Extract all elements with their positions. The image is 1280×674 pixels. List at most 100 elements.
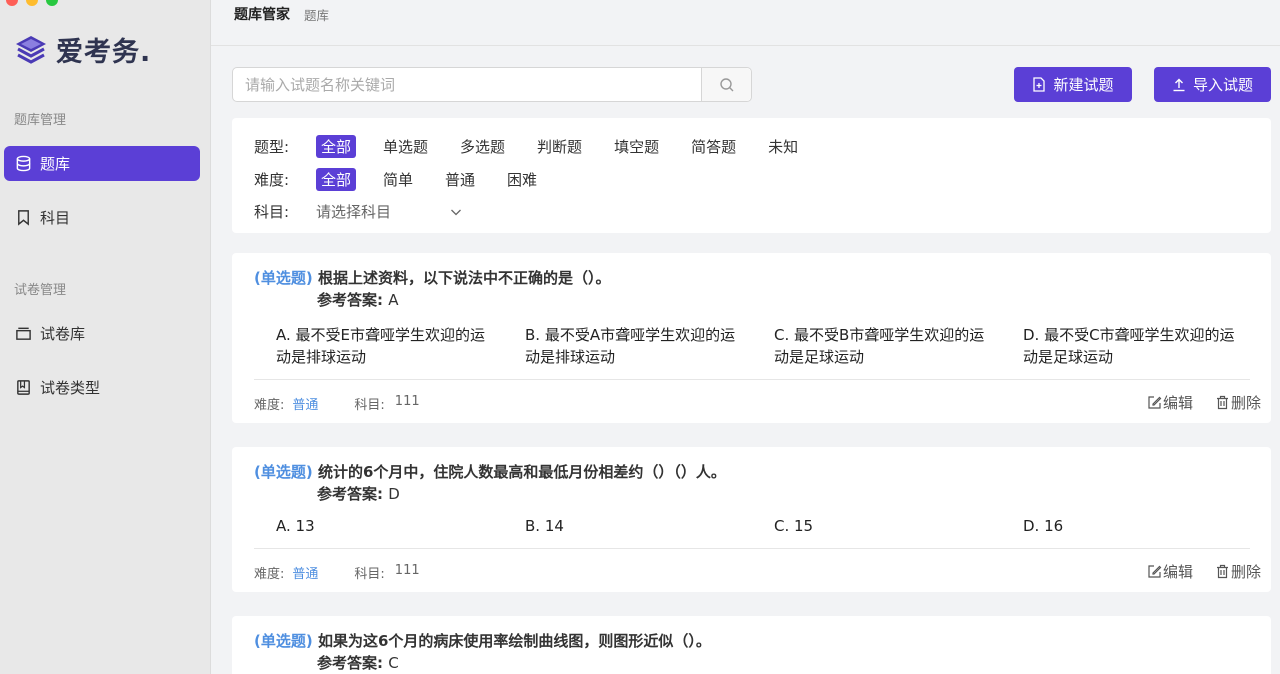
bookmark-icon: [18, 210, 29, 226]
type-chip-judge[interactable]: 判断题: [532, 135, 587, 158]
page-title: 题库管家: [234, 7, 290, 23]
difficulty-chip-normal[interactable]: 普通: [440, 168, 480, 191]
layers-icon: [16, 327, 31, 340]
minimize-window-button[interactable]: [26, 0, 38, 6]
book-icon: [17, 380, 30, 395]
edit-button[interactable]: 编辑: [1147, 392, 1193, 413]
delete-button[interactable]: 删除: [1215, 561, 1261, 582]
sidebar-item-paper-library[interactable]: 试卷库: [4, 316, 200, 351]
question-answer: 参考答案: A: [317, 289, 399, 310]
logo-text: 爱考务.: [56, 37, 152, 68]
type-filter-label: 题型:: [254, 138, 290, 156]
edit-icon: [1148, 396, 1162, 409]
question-answer: 参考答案: D: [317, 483, 400, 504]
sidebar-item-question-bank[interactable]: 题库: [4, 146, 200, 181]
sidebar-item-paper-type[interactable]: 试卷类型: [4, 370, 200, 405]
header-bar: 题库管家 题库: [211, 0, 1280, 46]
question-type: (单选题): [254, 269, 313, 287]
chevron-down-icon: [451, 209, 461, 215]
question-title-line: (单选题) 如果为这6个月的病床使用率绘制曲线图，则图形近似（）。: [254, 630, 711, 651]
question-card: (单选题) 根据上述资料，以下说法中不正确的是（）。 参考答案: A A. 最不…: [232, 253, 1271, 423]
difficulty-label: 难度:: [254, 567, 285, 582]
subject-label: 科目:: [354, 567, 385, 582]
delete-label: 删除: [1230, 394, 1261, 412]
section-label-question-bank: 题库管理: [14, 113, 67, 128]
question-title: 根据上述资料，以下说法中不正确的是（）。: [317, 269, 611, 287]
question-type: (单选题): [254, 463, 313, 481]
difficulty-label: 难度:: [254, 398, 285, 413]
close-window-button[interactable]: [6, 0, 18, 6]
option-b: B. 最不受A市聋哑学生欢迎的运动是排球运动: [525, 326, 736, 366]
edit-button[interactable]: 编辑: [1147, 561, 1193, 582]
question-title: 如果为这6个月的病床使用率绘制曲线图，则图形近似（）。: [317, 632, 711, 650]
type-chip-unknown[interactable]: 未知: [763, 135, 803, 158]
import-question-button[interactable]: 导入试题: [1154, 67, 1271, 102]
type-chip-short-answer[interactable]: 简答题: [686, 135, 741, 158]
type-chip-single[interactable]: 单选题: [378, 135, 433, 158]
subject-filter-row: 科目: 请选择科目: [254, 201, 463, 222]
delete-button[interactable]: 删除: [1215, 392, 1261, 413]
sidebar: 爱考务. 题库管理 题库 科目 试卷管理 试卷库 试卷类型: [0, 0, 211, 674]
option-c: C. 最不受B市聋哑学生欢迎的运动是足球运动: [774, 326, 985, 366]
app-logo: 爱考务.: [14, 30, 151, 69]
question-meta: 难度: 普通 科目: 111: [254, 394, 420, 413]
subject-value: 111: [394, 394, 420, 409]
question-actions: 编辑 删除: [1147, 392, 1261, 413]
breadcrumb[interactable]: 题库: [304, 5, 329, 24]
maximize-window-button[interactable]: [46, 0, 58, 6]
question-title-line: (单选题) 根据上述资料，以下说法中不正确的是（）。: [254, 267, 610, 288]
sidebar-item-label: 题库: [40, 155, 71, 173]
question-answer: 参考答案: C: [317, 652, 399, 673]
option-c: C. 15: [774, 517, 814, 535]
sidebar-item-label: 试卷库: [40, 325, 86, 343]
difficulty-chip-easy[interactable]: 简单: [378, 168, 418, 191]
subject-label: 科目:: [354, 398, 385, 413]
edit-label: 编辑: [1162, 563, 1193, 581]
option-a: A. 13: [276, 517, 315, 535]
search-icon: [719, 77, 733, 91]
section-label-paper-management: 试卷管理: [14, 283, 67, 298]
question-type: (单选题): [254, 632, 313, 650]
window-controls: [6, 0, 58, 6]
trash-icon: [1216, 564, 1228, 579]
difficulty-chip-hard[interactable]: 困难: [502, 168, 542, 191]
search-input[interactable]: [233, 68, 701, 101]
difficulty-value: 普通: [292, 398, 319, 413]
search-button[interactable]: [701, 68, 751, 101]
file-add-icon: [1033, 77, 1046, 92]
question-title-line: (单选题) 统计的6个月中，住院人数最高和最低月份相差约（）（）人。: [254, 461, 726, 482]
option-a: A. 最不受E市聋哑学生欢迎的运动是排球运动: [276, 326, 486, 366]
edit-label: 编辑: [1162, 394, 1193, 412]
difficulty-filter-row: 难度: 全部 简单 普通 困难: [254, 168, 564, 191]
type-filter-row: 题型: 全部 单选题 多选题 判断题 填空题 简答题 未知: [254, 135, 825, 158]
edit-icon: [1148, 565, 1162, 578]
difficulty-filter-label: 难度:: [254, 171, 290, 189]
sidebar-item-subject[interactable]: 科目: [4, 200, 200, 235]
answer-value: D: [388, 485, 400, 503]
delete-label: 删除: [1230, 563, 1261, 581]
answer-label: 参考答案:: [317, 291, 383, 309]
import-question-label: 导入试题: [1192, 76, 1253, 94]
type-chip-all[interactable]: 全部: [316, 135, 357, 158]
option-b: B. 14: [525, 517, 564, 535]
question-card: (单选题) 统计的6个月中，住院人数最高和最低月份相差约（）（）人。 参考答案:…: [232, 447, 1271, 592]
option-d: D. 最不受C市聋哑学生欢迎的运动是足球运动: [1023, 326, 1235, 366]
type-chip-fill[interactable]: 填空题: [609, 135, 664, 158]
question-actions: 编辑 删除: [1147, 561, 1261, 582]
difficulty-chip-all[interactable]: 全部: [316, 168, 357, 191]
search-box: [232, 67, 752, 102]
subject-select[interactable]: 请选择科目: [316, 201, 463, 222]
new-question-button[interactable]: 新建试题: [1014, 67, 1132, 102]
question-card: (单选题) 如果为这6个月的病床使用率绘制曲线图，则图形近似（）。 参考答案: …: [232, 616, 1271, 674]
upload-icon: [1173, 78, 1185, 91]
trash-icon: [1216, 395, 1228, 410]
option-d: D. 16: [1023, 517, 1064, 535]
subject-select-placeholder: 请选择科目: [316, 203, 392, 221]
type-chip-multiple[interactable]: 多选题: [455, 135, 510, 158]
new-question-label: 新建试题: [1053, 76, 1114, 94]
question-title: 统计的6个月中，住院人数最高和最低月份相差约（）（）人。: [317, 463, 726, 481]
answer-label: 参考答案:: [317, 485, 383, 503]
answer-label: 参考答案:: [317, 654, 383, 672]
subject-value: 111: [394, 563, 420, 578]
database-icon: [16, 155, 31, 172]
